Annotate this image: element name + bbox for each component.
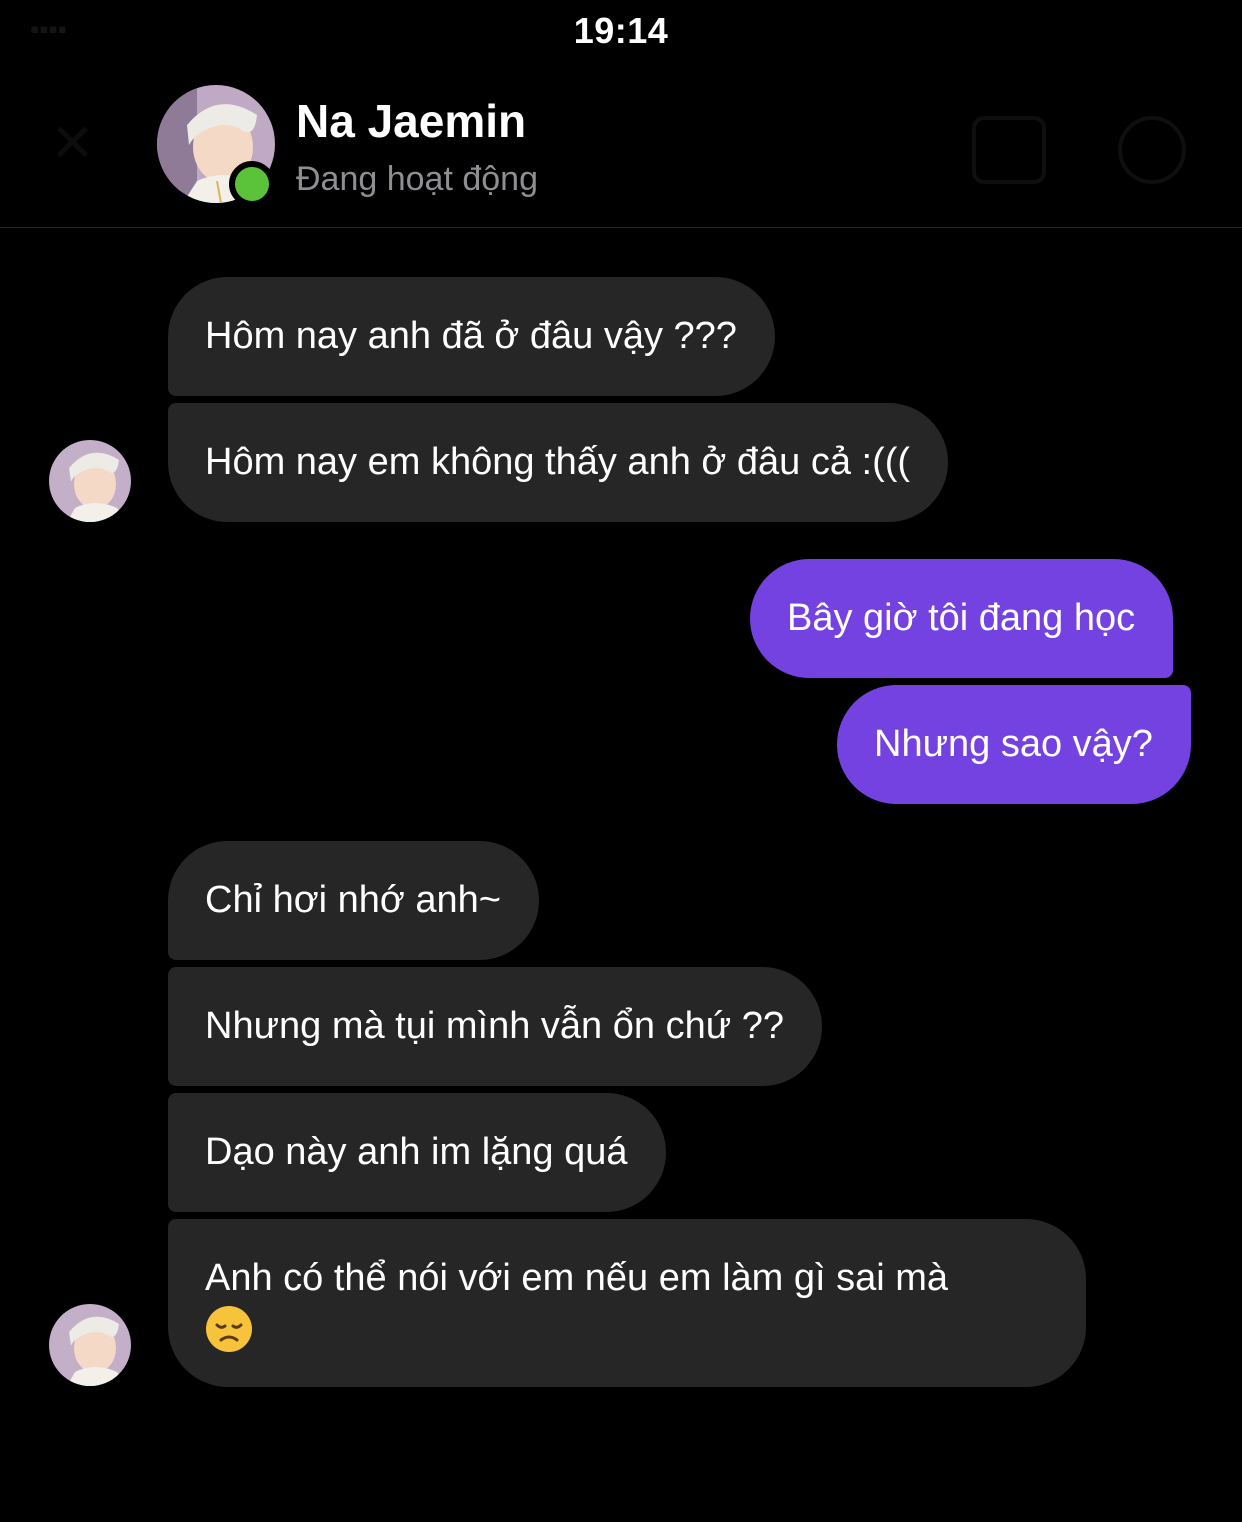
message-text: Anh có thể nói với em nếu em làm gì sai …	[205, 1257, 949, 1299]
message-incoming[interactable]: Dạo này anh im lặng quá	[168, 1093, 666, 1212]
message-text: Nhưng sao vậy?	[874, 723, 1153, 765]
message-text: Bây giờ tôi đang học	[787, 597, 1136, 639]
message-incoming[interactable]: Anh có thể nói với em nếu em làm gì sai …	[168, 1219, 1086, 1387]
status-time: 19:14	[573, 10, 669, 51]
message-incoming[interactable]: Hôm nay em không thấy anh ở đâu cả :(((	[168, 403, 949, 522]
message-outgoing[interactable]: Bây giờ tôi đang học	[750, 559, 1174, 678]
message-text: Hôm nay anh đã ở đâu vậy ???	[205, 315, 737, 357]
disappointed-face-icon	[205, 1305, 253, 1353]
message-text: Hôm nay em không thấy anh ở đâu cả :(((	[205, 441, 911, 483]
contact-name[interactable]: Na Jaemin	[296, 94, 526, 148]
message-text: Dạo này anh im lặng quá	[205, 1131, 628, 1173]
message-incoming[interactable]: Hôm nay anh đã ở đâu vậy ???	[168, 277, 775, 396]
message-incoming[interactable]: Chỉ hơi nhớ anh~	[168, 841, 539, 960]
video-call-icon[interactable]	[972, 116, 1046, 184]
message-incoming[interactable]: Nhưng mà tụi mình vẫn ổn chứ ??	[168, 967, 822, 1086]
contact-status: Đang hoạt động	[296, 160, 538, 198]
message-text: Nhưng mà tụi mình vẫn ổn chứ ??	[205, 1005, 784, 1047]
chat-header: × Na Jaemin Đang hoạt động	[0, 64, 1242, 228]
online-indicator	[229, 161, 275, 207]
avatar[interactable]	[49, 1304, 131, 1386]
message-list[interactable]: Hôm nay anh đã ở đâu vậy ??? Hôm nay em …	[0, 228, 1242, 1522]
back-icon[interactable]: ×	[52, 106, 93, 176]
message-text: Chỉ hơi nhớ anh~	[205, 879, 501, 921]
status-bar: ▪▪▪▪ 19:14	[0, 0, 1242, 64]
info-icon[interactable]	[1118, 116, 1186, 184]
avatar[interactable]	[49, 440, 131, 522]
message-outgoing[interactable]: Nhưng sao vậy?	[837, 685, 1191, 804]
